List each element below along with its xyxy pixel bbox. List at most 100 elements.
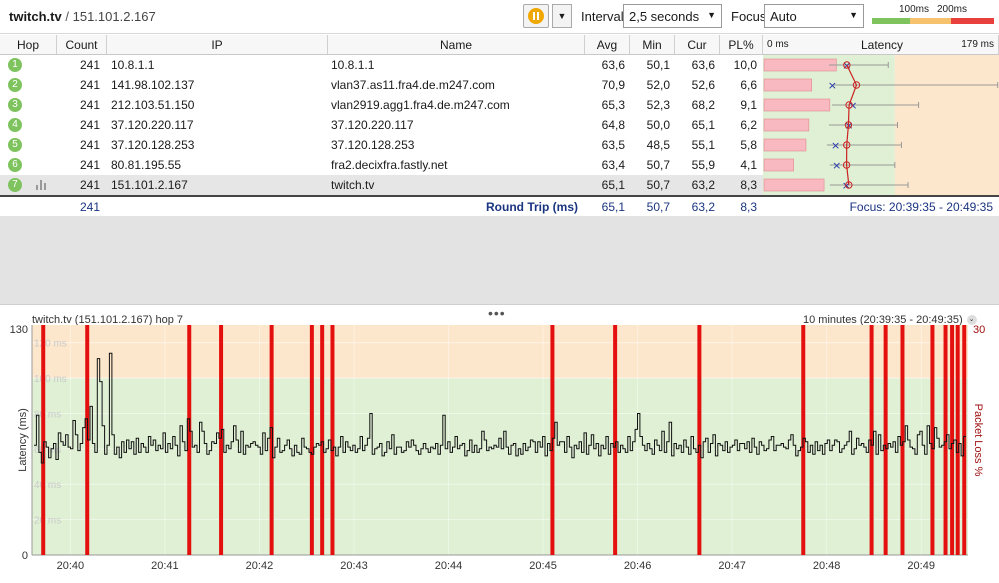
hop-min: 52,3 — [646, 98, 670, 112]
hop-cur: 68,2 — [691, 98, 715, 112]
chart-zone-band — [32, 378, 968, 555]
latency-column-graph: ××××××× — [763, 55, 999, 195]
hop-ip: 141.98.102.137 — [111, 78, 195, 92]
focus-select[interactable]: Auto ▼ — [764, 4, 864, 28]
legend-orange-bar — [910, 18, 951, 24]
col-pl[interactable]: PL% — [720, 35, 763, 55]
legend-200ms: 200ms — [937, 4, 968, 15]
legend-100ms: 100ms — [899, 4, 930, 15]
col-name[interactable]: Name — [328, 35, 585, 55]
packet-loss-bar — [763, 58, 837, 72]
hop-ip: 10.8.1.1 — [111, 58, 155, 72]
col-min[interactable]: Min — [630, 35, 675, 55]
hop-min: 50,0 — [646, 118, 670, 132]
pause-icon — [528, 8, 544, 24]
target-host: twitch.tv — [9, 9, 62, 24]
latency-scale-min: 0 ms — [767, 39, 789, 50]
col-hop[interactable]: Hop — [0, 35, 57, 55]
packet-loss-bar — [763, 78, 813, 92]
hop-ip: 212.103.51.150 — [111, 98, 195, 112]
packet-loss-marker — [613, 325, 618, 555]
col-ip[interactable]: IP — [107, 35, 328, 55]
chevron-down-icon: ▼ — [707, 10, 716, 20]
bar-chart-icon[interactable] — [36, 180, 48, 190]
latency-scale-max: 179 ms — [961, 39, 994, 50]
hop-cur: 52,6 — [691, 78, 715, 92]
hop-avg: 63,6 — [601, 58, 625, 72]
pane-splitter[interactable]: ••• — [0, 304, 999, 321]
chevron-down-icon: ▼ — [557, 11, 567, 21]
x-tick-label: 20:48 — [813, 560, 841, 572]
hop-min: 50,7 — [646, 178, 670, 192]
hop-cur: 55,9 — [691, 158, 715, 172]
hop-pl: 4,1 — [740, 158, 757, 172]
hop-avg: 65,1 — [601, 178, 625, 192]
hop-pl: 10,0 — [733, 58, 757, 72]
hop-name: 37.120.220.117 — [331, 118, 414, 132]
col-latency[interactable]: 0 ms Latency 179 ms — [763, 35, 999, 55]
summary-count: 241 — [79, 200, 100, 214]
hop-ip: 151.101.2.167 — [111, 178, 188, 192]
packet-loss-marker — [309, 325, 314, 555]
packet-loss-marker — [41, 325, 46, 555]
summary-row: 241 Round Trip (ms) 65,1 50,7 63,2 8,3 F… — [0, 195, 999, 215]
hop-name: vlan37.as11.fra4.de.m247.com — [331, 78, 495, 92]
hop-pl: 5,8 — [740, 138, 757, 152]
hop-count: 241 — [79, 118, 100, 132]
summary-min: 50,7 — [646, 200, 670, 214]
hop-name: 10.8.1.1 — [331, 58, 375, 72]
packet-loss-marker — [697, 325, 702, 555]
interval-label: Interval — [581, 9, 624, 24]
x-tick-label: 20:42 — [246, 560, 274, 572]
hop-ip: 80.81.195.55 — [111, 158, 182, 172]
hop-count: 241 — [79, 158, 100, 172]
latency-header-label: Latency — [861, 38, 904, 52]
packet-loss-bar — [763, 138, 807, 152]
col-cur[interactable]: Cur — [675, 35, 720, 55]
hop-number-badge: 5 — [8, 138, 22, 152]
current-latency-marker: × — [842, 179, 851, 192]
y-axis-label: Latency (ms) — [17, 408, 29, 472]
hop-cur: 65,1 — [691, 118, 715, 132]
target-title: twitch.tv / 151.101.2.167 — [9, 9, 156, 24]
chart-zone-band — [32, 325, 968, 379]
packet-loss-marker — [962, 325, 967, 555]
latency-zone-orange — [894, 55, 999, 195]
x-tick-label: 20:49 — [907, 560, 935, 572]
x-tick-label: 20:41 — [151, 560, 179, 572]
packet-loss-bar — [763, 98, 831, 112]
col-count[interactable]: Count — [57, 35, 107, 55]
hop-name: twitch.tv — [331, 178, 375, 192]
hop-name: vlan2919.agg1.fra4.de.m247.com — [331, 98, 510, 112]
packet-loss-marker — [269, 325, 274, 555]
pause-options-button[interactable]: ▼ — [552, 4, 572, 28]
current-latency-marker: × — [828, 79, 837, 92]
hop-avg: 63,5 — [601, 138, 625, 152]
x-tick-label: 20:47 — [718, 560, 746, 572]
toolbar: twitch.tv / 151.101.2.167 ▼ Interval 2,5… — [0, 0, 999, 34]
target-separator: / — [65, 9, 69, 24]
packet-loss-marker — [219, 325, 224, 555]
legend-green-bar — [872, 18, 910, 24]
x-tick-label: 20:46 — [624, 560, 652, 572]
hop-avg: 70,9 — [601, 78, 625, 92]
focus-label: Focus — [731, 9, 767, 24]
pause-button[interactable] — [523, 4, 549, 28]
hop-number-badge: 3 — [8, 98, 22, 112]
summary-focus: Focus: 20:39:35 - 20:49:35 — [849, 200, 993, 214]
hop-number-badge: 1 — [8, 58, 22, 72]
legend-red-bar — [951, 18, 994, 24]
summary-label: Round Trip (ms) — [486, 200, 578, 214]
current-latency-marker: × — [832, 159, 841, 172]
hop-avg: 64,8 — [601, 118, 625, 132]
hop-count: 241 — [79, 178, 100, 192]
hop-number-badge: 4 — [8, 118, 22, 132]
packet-loss-bar — [763, 158, 794, 172]
x-tick-label: 20:45 — [529, 560, 557, 572]
col-avg[interactable]: Avg — [585, 35, 630, 55]
x-tick-label: 20:43 — [340, 560, 368, 572]
summary-cur: 63,2 — [691, 200, 715, 214]
hop-avg: 63,4 — [601, 158, 625, 172]
interval-select[interactable]: 2,5 seconds ▼ — [623, 4, 722, 28]
zone-label: 40 ms — [34, 480, 61, 491]
